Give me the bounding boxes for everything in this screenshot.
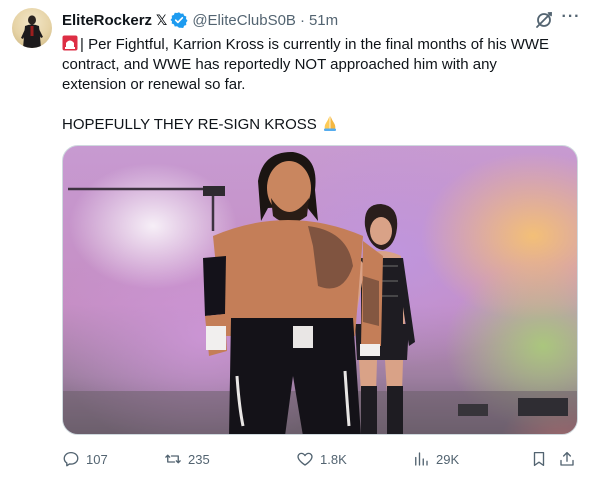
heart-icon <box>297 452 313 466</box>
separator-dot: · <box>299 11 305 29</box>
tweet-card[interactable]: EliteRockerz 𝕏 @EliteClubS0B · 51m ··· |… <box>0 0 594 477</box>
repost-button[interactable]: 235 <box>164 448 210 470</box>
tweet-text-line-2: contract, and WWE has reportedly NOT app… <box>62 56 497 73</box>
tweet-text-1: | Per Fightful, Karrion Kross is current… <box>80 36 550 53</box>
tweet-text-paragraph-2: HOPEFULLY THEY RE-SIGN KROSS <box>62 114 339 135</box>
verified-badge-icon[interactable] <box>170 11 188 29</box>
reply-button[interactable]: 107 <box>62 448 108 470</box>
views-count: 29K <box>436 451 460 467</box>
x-affiliation-mark: 𝕏 <box>156 11 168 28</box>
like-button[interactable]: 1.8K <box>296 448 347 470</box>
more-options-icon[interactable]: ··· <box>560 8 582 30</box>
bookmark-button[interactable] <box>530 448 548 470</box>
avatar[interactable] <box>12 8 52 48</box>
views-button[interactable]: 29K <box>412 448 459 470</box>
like-count: 1.8K <box>320 451 347 467</box>
tweet-actions-bar: 107 235 1.8K 29K <box>62 448 582 472</box>
author-handle[interactable]: @EliteClubS0B <box>192 12 296 29</box>
tweet-text-4: HOPEFULLY THEY RE-SIGN KROSS <box>62 116 317 133</box>
author-name[interactable]: EliteRockerz <box>62 12 152 29</box>
bookmark-icon <box>533 451 545 467</box>
grok-icon[interactable] <box>534 10 554 30</box>
reply-icon <box>63 451 79 467</box>
timestamp[interactable]: 51m <box>309 12 338 29</box>
tweet-text-line-1: | Per Fightful, Karrion Kross is current… <box>62 35 582 55</box>
tweet-header: EliteRockerz 𝕏 @EliteClubS0B · 51m <box>62 10 338 30</box>
share-icon <box>560 451 574 466</box>
siren-emoji-icon <box>62 35 78 51</box>
praying-hands-emoji-icon <box>321 114 339 132</box>
repost-count: 235 <box>188 451 210 467</box>
tweet-text-line-3: extension or renewal so far. <box>62 76 246 93</box>
tweet-text: | Per Fightful, Karrion Kross is current… <box>62 35 582 95</box>
views-chart-icon <box>415 452 428 466</box>
share-button[interactable] <box>558 448 576 470</box>
reply-count: 107 <box>86 451 108 467</box>
repost-icon <box>165 454 181 464</box>
tweet-media-image[interactable] <box>62 145 578 435</box>
